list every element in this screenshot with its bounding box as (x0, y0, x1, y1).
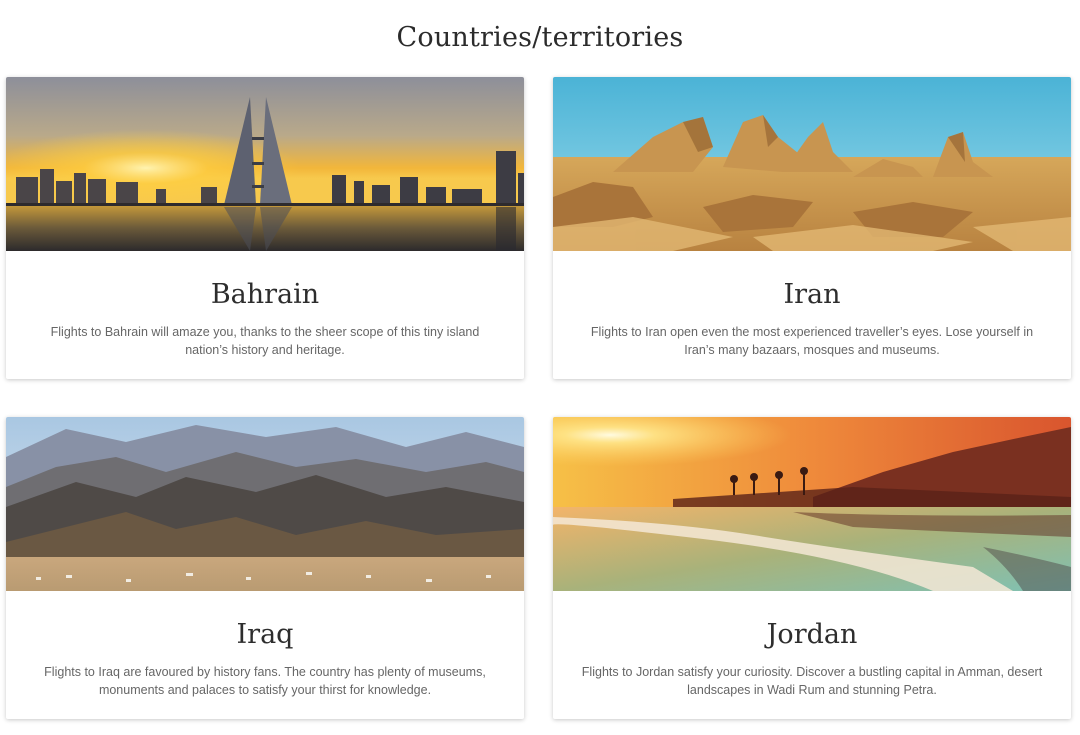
country-card-iraq[interactable]: Iraq Flights to Iraq are favoured by his… (6, 417, 524, 719)
country-card-bahrain[interactable]: Bahrain Flights to Bahrain will amaze yo… (6, 77, 524, 379)
country-card-jordan[interactable]: Jordan Flights to Jordan satisfy your cu… (553, 417, 1071, 719)
card-title[interactable]: Iraq (6, 619, 524, 650)
card-body: Iran Flights to Iran open even the most … (553, 251, 1071, 379)
iran-desert-image[interactable] (553, 77, 1071, 251)
page-title: Countries/territories (396, 22, 684, 53)
jordan-dead-sea-image[interactable] (553, 417, 1071, 591)
card-description: Flights to Iran open even the most exper… (590, 325, 1034, 357)
card-description: Flights to Iraq are favoured by history … (44, 665, 486, 697)
country-card-iran[interactable]: Iran Flights to Iran open even the most … (553, 77, 1071, 379)
card-body: Iraq Flights to Iraq are favoured by his… (6, 591, 524, 719)
card-title[interactable]: Bahrain (6, 279, 524, 310)
card-description: Flights to Bahrain will amaze you, thank… (50, 325, 480, 357)
country-card-grid: Bahrain Flights to Bahrain will amaze yo… (6, 77, 1072, 721)
card-title[interactable]: Jordan (553, 619, 1071, 650)
bahrain-skyline-image[interactable] (6, 77, 524, 251)
card-body: Jordan Flights to Jordan satisfy your cu… (553, 591, 1071, 719)
card-title[interactable]: Iran (553, 279, 1071, 310)
card-description: Flights to Jordan satisfy your curiosity… (581, 665, 1043, 697)
card-body: Bahrain Flights to Bahrain will amaze yo… (6, 251, 524, 379)
iraq-mountain-image[interactable] (6, 417, 524, 591)
